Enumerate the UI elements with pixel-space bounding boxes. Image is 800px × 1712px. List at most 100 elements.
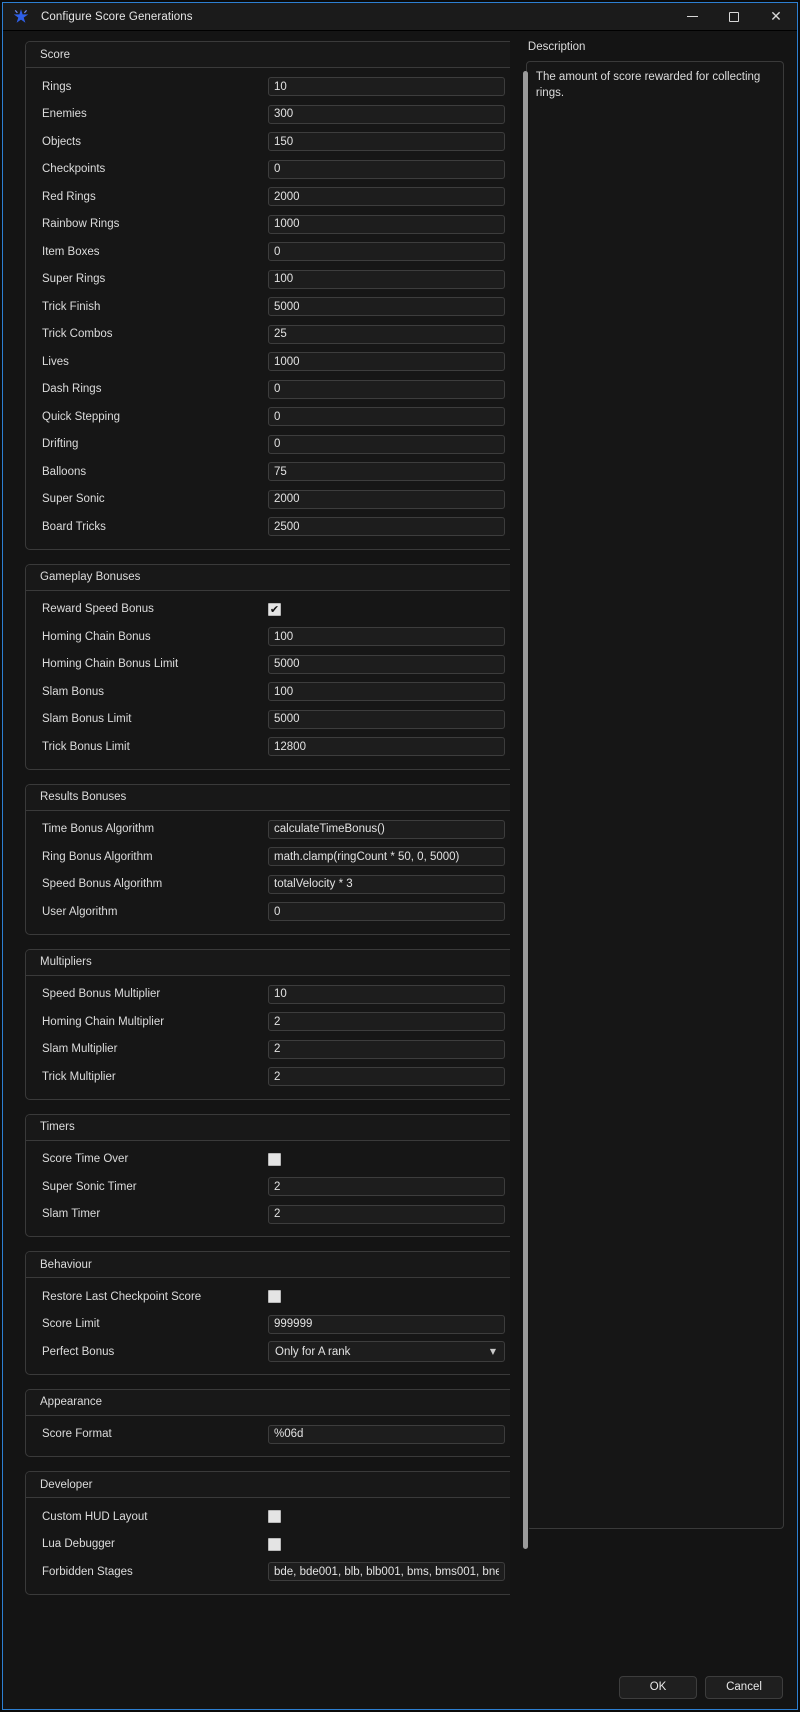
ok-button[interactable]: OK: [619, 1675, 697, 1699]
check-icon: ✔: [269, 602, 280, 616]
input-value: 25: [274, 328, 287, 341]
group-body: Rings 10 Enemies 300 Objects 150 Checkpoints 0 R…: [26, 68, 510, 549]
input-value: 75: [274, 465, 287, 478]
input-value: 10: [274, 80, 287, 93]
group-header-multipliers: Multipliers: [26, 949, 510, 976]
input-value: 5000: [274, 300, 300, 313]
group-header-developer: Developer: [26, 1472, 510, 1498]
setting-row-quick-stepping: Quick Stepping 0: [26, 403, 510, 431]
vertical-scrollbar[interactable]: [522, 71, 529, 1549]
group-body: Restore Last Checkpoint Score Score Limit…: [26, 1278, 510, 1374]
input-rainbow-rings[interactable]: 1000: [268, 214, 505, 234]
setting-label: Perfect Bonus: [42, 1345, 115, 1358]
group-title: Multipliers: [40, 956, 92, 968]
input-balloons[interactable]: 75: [268, 462, 505, 482]
setting-row-time-bonus-algorithm: Time Bonus Algorithm calculateTimeBonus(): [26, 816, 510, 844]
setting-row-super-rings: Super Rings 100: [26, 266, 510, 294]
setting-row-item-boxes: Item Boxes 0: [26, 238, 510, 266]
setting-label: Board Tricks: [42, 520, 106, 533]
group-title: Score: [40, 48, 71, 61]
input-homing-chain-bonus-limit[interactable]: 5000: [268, 654, 505, 674]
group-body: Time Bonus Algorithm calculateTimeBonus()…: [26, 811, 510, 934]
input-score-limit[interactable]: 999999: [268, 1314, 505, 1334]
input-super-sonic[interactable]: 2000: [268, 489, 505, 509]
input-red-rings[interactable]: 2000: [268, 187, 505, 207]
input-value: 1000: [274, 218, 300, 231]
checkbox-restore-last-checkpoint-score[interactable]: [268, 1290, 281, 1304]
setting-row-super-sonic-timer: Super Sonic Timer 2: [26, 1173, 510, 1201]
input-trick-finish[interactable]: 5000: [268, 297, 505, 317]
input-forbidden-stages[interactable]: bde, bde001, blb, blb001, bms, bms001, b…: [268, 1562, 505, 1582]
input-ring-bonus-algorithm[interactable]: math.clamp(ringCount * 50, 0, 5000): [268, 847, 505, 867]
input-time-bonus-algorithm[interactable]: calculateTimeBonus(): [268, 819, 505, 839]
setting-row-red-rings: Red Rings 2000: [26, 183, 510, 211]
checkbox-custom-hud-layout[interactable]: [268, 1510, 281, 1524]
checkbox-score-time-over[interactable]: [268, 1152, 281, 1166]
input-super-rings[interactable]: 100: [268, 269, 505, 289]
input-board-tricks[interactable]: 2500: [268, 517, 505, 537]
input-value: 0: [274, 438, 281, 451]
input-slam-multiplier[interactable]: 2: [268, 1039, 505, 1059]
input-homing-chain-multiplier[interactable]: 2: [268, 1012, 505, 1032]
setting-label: Ring Bonus Algorithm: [42, 850, 153, 863]
setting-label: Slam Timer: [42, 1208, 101, 1221]
checkbox-reward-speed-bonus[interactable]: ✔: [268, 602, 281, 616]
input-dash-rings[interactable]: 0: [268, 379, 505, 399]
input-value: 2000: [274, 190, 300, 203]
scrollbar-thumb[interactable]: [523, 71, 528, 1549]
input-value: 5000: [274, 713, 300, 726]
group-header-gameplay-bonuses: Gameplay Bonuses: [26, 564, 510, 591]
setting-label: Lua Debugger: [42, 1538, 115, 1551]
setting-label: Objects: [42, 135, 81, 148]
input-trick-bonus-limit[interactable]: 12800: [268, 737, 505, 757]
setting-row-user-algorithm: User Algorithm 0: [26, 898, 510, 926]
setting-row-reward-speed-bonus: Reward Speed Bonus ✔: [26, 596, 510, 624]
input-value: 0: [274, 163, 281, 176]
title-bar: Configure Score Generations ✕: [3, 3, 797, 31]
setting-row-score-time-over: Score Time Over: [26, 1146, 510, 1174]
setting-label: Item Boxes: [42, 245, 100, 258]
input-value: 150: [274, 135, 294, 148]
setting-row-rings: Rings 10: [26, 73, 510, 101]
input-quick-stepping[interactable]: 0: [268, 407, 505, 427]
input-slam-timer[interactable]: 2: [268, 1204, 505, 1224]
cancel-button[interactable]: Cancel: [705, 1675, 783, 1699]
dialog-body: Score Rings 10 Enemies 300 Objects 150 Checkpoi…: [3, 31, 797, 1665]
input-value: 1000: [274, 355, 300, 368]
input-lives[interactable]: 1000: [268, 352, 505, 372]
input-value: 300: [274, 108, 294, 121]
input-value: 0: [274, 905, 281, 918]
input-trick-combos[interactable]: 25: [268, 324, 505, 344]
input-homing-chain-bonus[interactable]: 100: [268, 627, 505, 647]
input-rings[interactable]: 10: [268, 77, 505, 97]
input-value: 5000: [274, 658, 300, 671]
setting-label: Slam Bonus Limit: [42, 713, 132, 726]
setting-label: Super Sonic: [42, 493, 105, 506]
input-super-sonic-timer[interactable]: 2: [268, 1177, 505, 1197]
input-user-algorithm[interactable]: 0: [268, 902, 505, 922]
input-drifting[interactable]: 0: [268, 434, 505, 454]
input-checkpoints[interactable]: 0: [268, 159, 505, 179]
input-slam-bonus-limit[interactable]: 5000: [268, 709, 505, 729]
minimize-icon[interactable]: [671, 3, 713, 31]
input-value: 0: [274, 410, 281, 423]
dropdown-perfect-bonus[interactable]: Only for A rank ▼: [268, 1341, 505, 1363]
setting-label: Super Rings: [42, 273, 106, 286]
close-icon[interactable]: ✕: [755, 3, 797, 31]
chevron-down-icon: ▼: [489, 1347, 496, 1357]
input-value: math.clamp(ringCount * 50, 0, 5000): [274, 850, 460, 863]
input-enemies[interactable]: 300: [268, 104, 505, 124]
input-trick-multiplier[interactable]: 2: [268, 1067, 505, 1087]
checkbox-lua-debugger[interactable]: [268, 1537, 281, 1551]
input-speed-bonus-algorithm[interactable]: totalVelocity * 3: [268, 874, 505, 894]
input-item-boxes[interactable]: 0: [268, 242, 505, 262]
input-objects[interactable]: 150: [268, 132, 505, 152]
input-score-format[interactable]: %06d: [268, 1424, 505, 1444]
input-slam-bonus[interactable]: 100: [268, 682, 505, 702]
input-value: 0: [274, 383, 281, 396]
setting-row-score-limit: Score Limit 999999: [26, 1311, 510, 1339]
setting-label: Homing Chain Multiplier: [42, 1015, 165, 1028]
group-timers: Timers Score Time Over Super Sonic Timer 2 S…: [25, 1113, 510, 1237]
maximize-icon[interactable]: [713, 3, 755, 31]
input-speed-bonus-multiplier[interactable]: 10: [268, 984, 505, 1004]
